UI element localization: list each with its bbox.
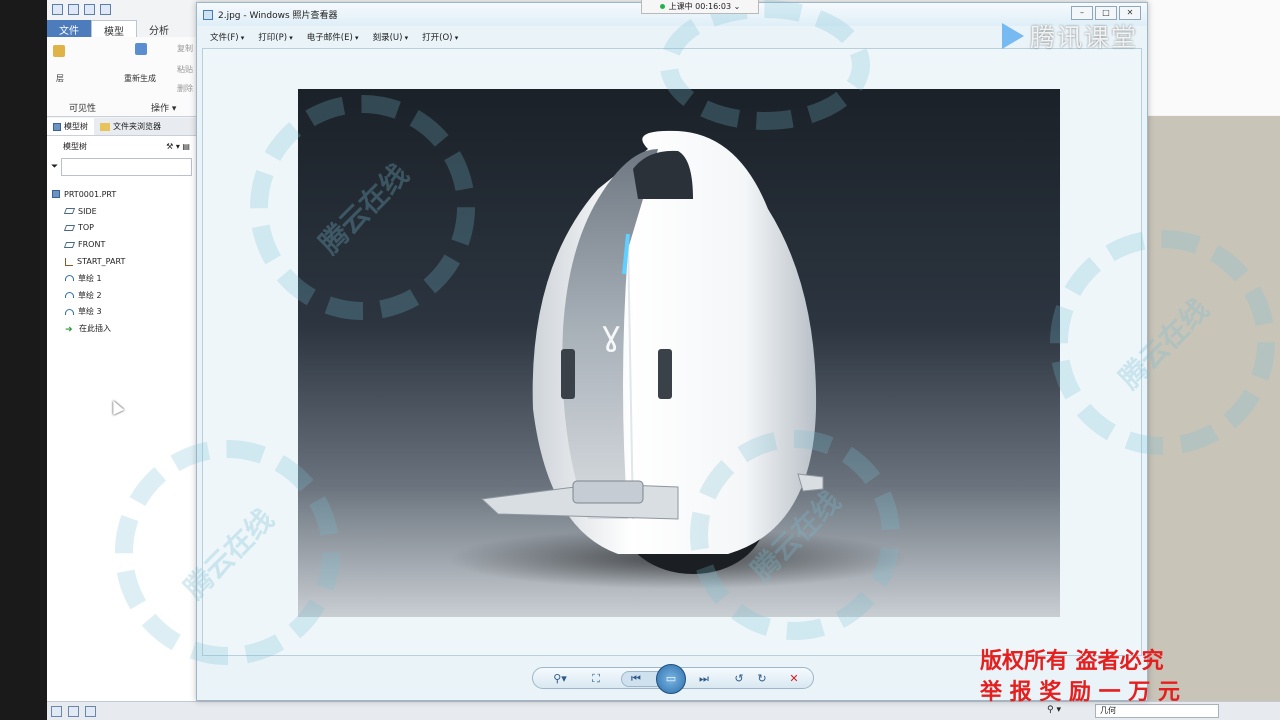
tree-item-root[interactable]: PRT0001.PRT [47, 186, 196, 203]
tree-item[interactable]: 草绘 1 [47, 270, 196, 287]
watermark-gear: 腾云在线 [690, 430, 900, 640]
statusbar-icon[interactable] [51, 705, 62, 717]
tab-model-tree-label: 模型树 [64, 122, 88, 131]
group-operations-label[interactable]: 操作 ▾ [151, 101, 176, 114]
next-icon[interactable]: ⏭ [693, 671, 715, 687]
layer-icon[interactable] [53, 45, 65, 57]
regenerate-icon[interactable] [135, 43, 147, 55]
part-icon [52, 190, 60, 199]
tree-search-input[interactable] [61, 158, 192, 176]
tree-item-label: SIDE [78, 206, 97, 216]
actual-size-icon[interactable]: ⛶ [585, 671, 607, 687]
sketch-icon [65, 275, 74, 282]
open-icon[interactable] [68, 3, 79, 15]
live-indicator-icon [659, 4, 665, 9]
tree-item-label: PRT0001.PRT [64, 189, 117, 199]
watermark-text: 腾云在线 [177, 502, 280, 605]
folder-icon [100, 122, 110, 131]
rotate-clockwise-icon[interactable]: ↻ [751, 671, 773, 687]
model-tree-icon [53, 122, 61, 131]
tree-item-insert-here[interactable]: ➜ 在此插入 [47, 320, 196, 337]
tree-item[interactable]: SIDE [47, 203, 196, 220]
watermark-gear: 腾云在线 [115, 440, 340, 665]
paste-button[interactable]: 粘贴 [177, 64, 193, 75]
new-icon[interactable] [52, 3, 63, 15]
statusbar-icon[interactable] [68, 705, 79, 717]
save-icon[interactable] [84, 3, 95, 15]
cad-right-toolbar [1147, 0, 1280, 115]
layer-button[interactable]: 层 [56, 73, 64, 84]
tab-folder-browser[interactable]: 文件夹浏览器 [94, 118, 167, 135]
undo-icon[interactable] [100, 3, 111, 15]
tab-model[interactable]: 模型 [91, 20, 137, 38]
tree-item[interactable]: FRONT [47, 236, 196, 253]
tree-item-label: FRONT [78, 240, 106, 250]
tree-items: PRT0001.PRT SIDE TOP FRONT START_PART 草绘… [47, 178, 196, 337]
tree-filter: ⏷ [47, 156, 196, 178]
tree-item-label: 草绘 3 [78, 307, 102, 317]
tree-item-label: TOP [78, 223, 95, 233]
regenerate-button[interactable]: 重新生成 [124, 73, 156, 84]
ribbon-tabs: 文件 模型 分析 [47, 20, 197, 38]
copyright-notice: 版权所有 盗者必究 举 报 奖 励 一 万 元 [980, 646, 1180, 708]
model-tree-header: 模型树 ⚒ ▾ ▤ [47, 136, 196, 156]
menu-file[interactable]: 文件(F) [210, 31, 244, 43]
previous-icon[interactable]: ⏮ [625, 671, 647, 687]
tree-item-label: START_PART [77, 257, 126, 267]
datum-plane-icon [63, 224, 76, 231]
watermark-gear [660, 0, 870, 130]
class-timer[interactable]: 上课中 00:16:03 ⌄ [641, 0, 759, 14]
watermark-text: 腾云在线 [744, 484, 848, 588]
slideshow-button[interactable]: ▭ [656, 664, 686, 694]
viewer-control-bar: ⚲▾ ⛶ ⏮ ▭ ⏭ ↺ ↻ ✕ [532, 664, 814, 694]
tab-folder-browser-label: 文件夹浏览器 [113, 122, 161, 131]
tencent-classroom-logo: 腾讯课堂 [1002, 18, 1138, 54]
datum-plane-icon [63, 208, 76, 215]
rotate-counterclockwise-icon[interactable]: ↺ [728, 671, 750, 687]
copyright-line-1: 版权所有 盗者必究 [980, 649, 1164, 674]
sketch-icon [65, 292, 74, 299]
image-file-icon [203, 9, 213, 20]
tree-item-label: 草绘 1 [78, 273, 102, 283]
menu-open[interactable]: 打开(O) [422, 31, 458, 43]
window-title: 2.jpg - Windows 照片查看器 [218, 11, 338, 21]
ribbon: 层 重新生成 复制 粘贴 删除 可见性 操作 ▾ [47, 37, 197, 117]
photo-logo: ɣ [601, 314, 621, 354]
watermark-text: 腾云在线 [1112, 292, 1215, 395]
tab-file[interactable]: 文件 [47, 20, 91, 37]
delete-icon[interactable]: ✕ [783, 671, 805, 687]
tab-analysis[interactable]: 分析 [137, 20, 181, 37]
tree-settings-icon[interactable]: ⚒ ▾ ▤ [166, 142, 190, 151]
tree-item[interactable]: START_PART [47, 253, 196, 270]
timer-text: 上课中 00:16:03 ⌄ [668, 2, 741, 11]
watermark-text: 腾云在线 [312, 157, 415, 260]
tree-item[interactable]: 草绘 3 [47, 304, 196, 321]
play-logo-icon [1002, 23, 1024, 49]
menu-burn[interactable]: 刻录(U) [373, 31, 409, 43]
group-visibility-label: 可见性 [69, 104, 97, 114]
filter-icon[interactable]: ⏷ [51, 162, 58, 172]
menu-email[interactable]: 电子邮件(E) [307, 31, 359, 43]
watermark-gear: 腾云在线 [250, 95, 475, 320]
sketch-icon [65, 308, 74, 315]
menu-print[interactable]: 打印(P) [258, 31, 293, 43]
coordinate-system-icon [65, 257, 73, 266]
delete-button[interactable]: 删除 [177, 83, 193, 94]
brand-text: 腾讯课堂 [1030, 23, 1139, 52]
statusbar-icon[interactable] [85, 705, 96, 717]
copy-button[interactable]: 复制 [177, 43, 193, 54]
watermark-gear: 腾云在线 [1050, 230, 1275, 455]
tree-item[interactable]: TOP [47, 220, 196, 237]
model-tree-title: 模型树 [63, 141, 87, 151]
datum-plane-icon [63, 241, 76, 248]
navigator-tabs: 模型树 文件夹浏览器 [47, 118, 197, 136]
tree-item-label: 在此插入 [79, 324, 111, 334]
tree-item[interactable]: 草绘 2 [47, 287, 196, 304]
copyright-line-2: 举 报 奖 励 一 万 元 [980, 680, 1180, 705]
tree-item-label: 草绘 2 [78, 290, 102, 300]
zoom-icon[interactable]: ⚲▾ [549, 671, 571, 687]
tab-model-tree[interactable]: 模型树 [47, 118, 94, 135]
insert-here-icon: ➜ [65, 324, 73, 335]
quick-access-toolbar [47, 0, 197, 18]
